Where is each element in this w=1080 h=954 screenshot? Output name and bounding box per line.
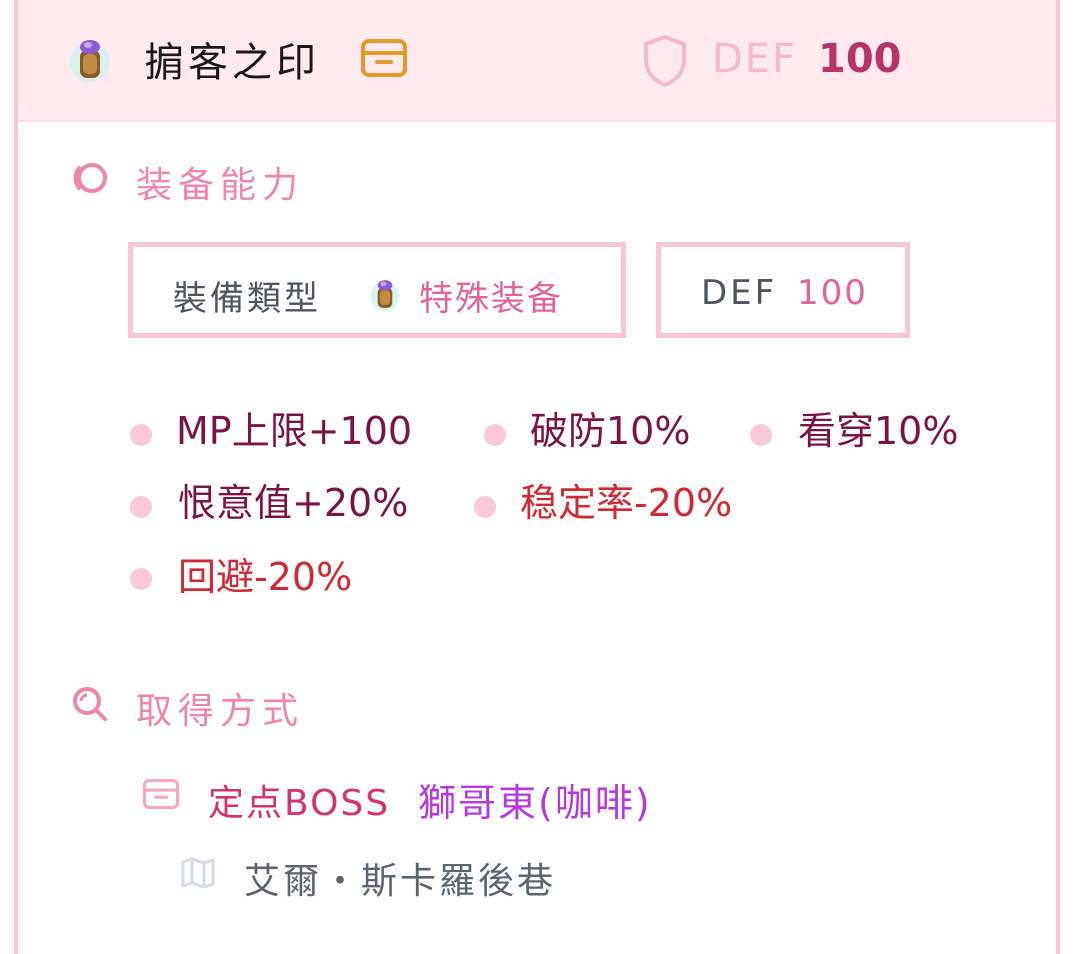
stat-bullet	[474, 496, 496, 518]
item-name: 掮客之印	[144, 40, 320, 86]
box-icon	[361, 39, 407, 77]
ability-icon	[73, 163, 107, 193]
def-chip: DEF 100	[656, 242, 910, 338]
stat-anticipate: 看穿10%	[798, 409, 959, 453]
def-chip-value: 100	[797, 273, 868, 313]
header-def-label: DEF	[712, 36, 798, 82]
map-icon	[181, 857, 215, 889]
stat-bullet	[130, 496, 152, 518]
boss-name-link[interactable]: 獅哥東(咖啡)	[418, 772, 652, 827]
equip-type-chip: 裝備類型 特殊装备	[128, 242, 626, 338]
acquire-title: 取得方式	[136, 691, 305, 732]
def-chip-label: DEF	[701, 273, 778, 313]
source-type: 定点BOSS	[208, 783, 391, 824]
location-link[interactable]: 艾爾・斯卡羅後巷	[244, 852, 556, 904]
stat-bullet	[130, 424, 152, 446]
stat-evasion: 回避-20%	[178, 555, 353, 599]
stat-armor-break: 破防10%	[530, 409, 691, 453]
item-header: 掮客之印 DEF 100	[18, 0, 1056, 122]
stat-bullet	[130, 568, 152, 590]
equip-type-label: 裝備類型	[173, 279, 321, 319]
ring-gem-icon	[70, 40, 110, 82]
stat-bullet	[750, 424, 772, 446]
stat-mp: MP上限+100	[176, 409, 413, 453]
box-icon	[142, 778, 180, 810]
equip-type-value: 特殊装备	[419, 279, 563, 319]
stat-stability: 稳定率-20%	[520, 481, 733, 525]
shield-icon	[644, 35, 686, 87]
header-def-value: 100	[818, 36, 902, 82]
stat-bullet	[484, 424, 506, 446]
ability-title: 装备能力	[136, 165, 305, 206]
search-icon	[73, 687, 107, 721]
item-detail-card: 掮客之印 DEF 100 装备能力 裝備類型 特殊装备 DEF 100 MP上限…	[14, 0, 1060, 954]
ring-gem-icon	[370, 280, 400, 311]
stat-aggro: 恨意值+20%	[178, 481, 409, 525]
